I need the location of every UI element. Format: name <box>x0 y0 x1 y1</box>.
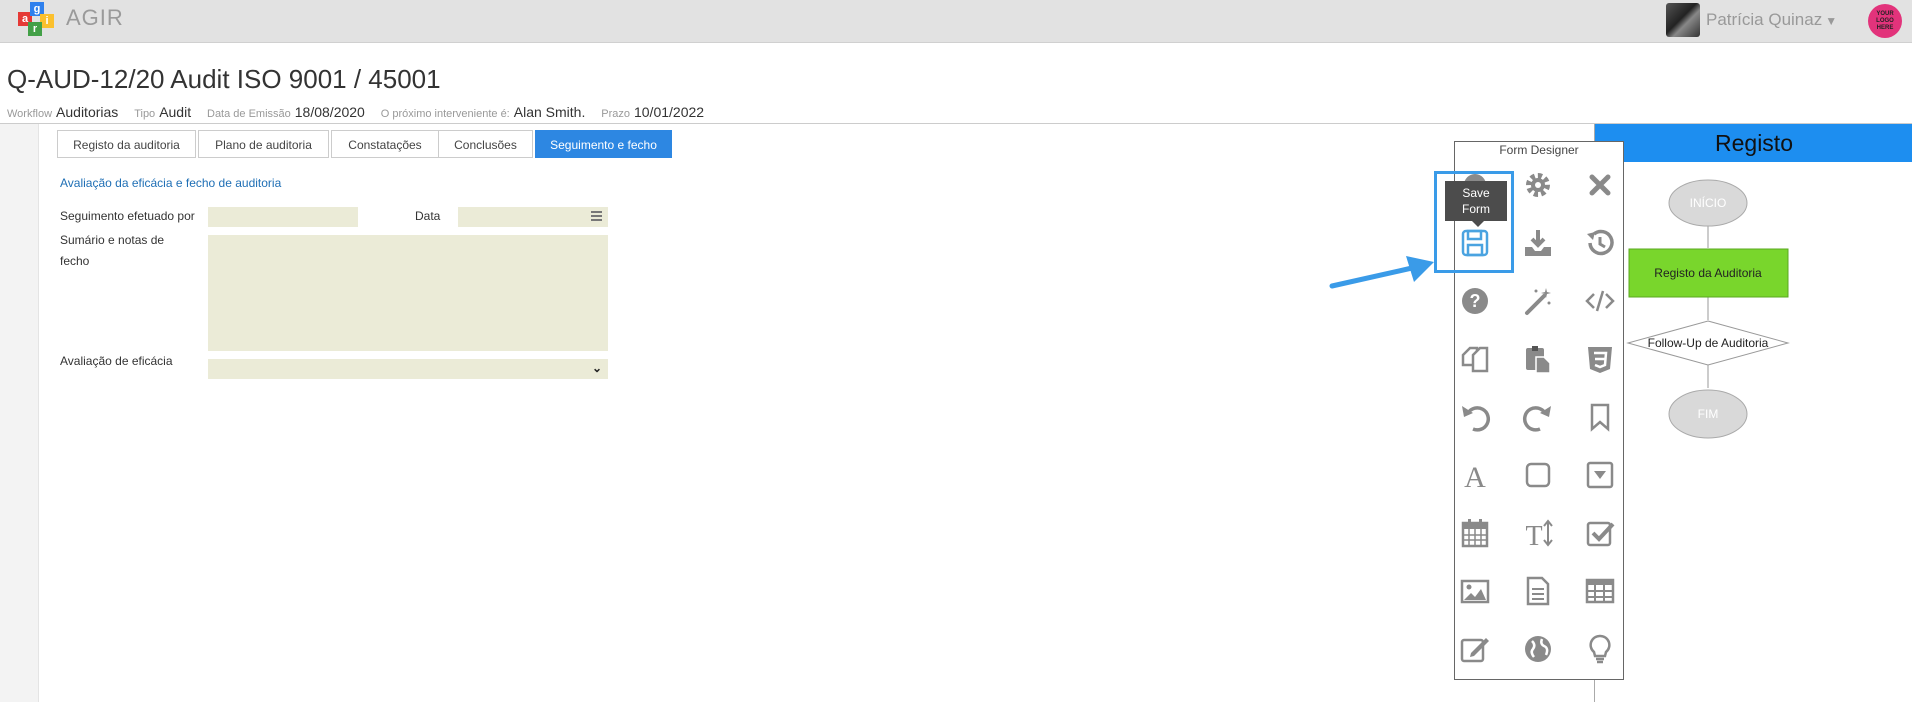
meta-value-proximo: Alan Smith. <box>513 104 586 120</box>
data-date-field[interactable] <box>458 207 608 227</box>
bookmark-icon[interactable] <box>1580 397 1620 437</box>
sumario-label: Sumário e notas de fecho <box>60 230 164 272</box>
redo-icon[interactable] <box>1518 397 1558 437</box>
avatar[interactable] <box>1666 3 1700 37</box>
company-logo: YOUR LOGO HERE <box>1868 4 1902 38</box>
workflow-panel: Registo INÍCIO Registo da Auditoria Foll… <box>1594 124 1912 702</box>
tab-registo-auditoria[interactable]: Registo da auditoria <box>57 130 196 158</box>
user-name-text: Patrícia Quinaz <box>1706 10 1823 29</box>
node-registo-label: Registo da Auditoria <box>1654 266 1762 280</box>
logo-letter: r <box>28 22 42 36</box>
svg-text:A: A <box>1464 461 1486 491</box>
code-icon[interactable] <box>1580 281 1620 321</box>
tab-seguimento-fecho[interactable]: Seguimento e fecho <box>535 130 672 158</box>
close-icon[interactable] <box>1580 165 1620 205</box>
calendar-icon[interactable] <box>1455 513 1495 553</box>
app-logo[interactable]: a g i r <box>18 2 54 36</box>
seguimento-label: Seguimento efetuado por <box>60 209 195 223</box>
sumario-label-line1: Sumário e notas de <box>60 233 165 247</box>
workflow-diagram: INÍCIO Registo da Auditoria Follow-Up de… <box>1626 179 1790 439</box>
tab-constatacoes[interactable]: Constatações <box>331 130 439 158</box>
page-title: Q-AUD-12/20 Audit ISO 9001 / 45001 <box>7 64 441 94</box>
paste-icon[interactable] <box>1518 339 1558 379</box>
chevron-down-icon: ⌄ <box>591 361 602 375</box>
pointer-arrow <box>1329 256 1434 289</box>
app-name: AGIR <box>66 5 124 30</box>
meta-label-data-emissao: Data de Emissão <box>207 108 291 120</box>
lightbulb-icon[interactable] <box>1580 629 1620 669</box>
company-logo-text: YOUR LOGO HERE <box>1876 10 1894 31</box>
download-tray-icon[interactable] <box>1518 223 1558 263</box>
copy-icon[interactable] <box>1455 339 1495 379</box>
settings-gear-icon[interactable] <box>1518 165 1558 205</box>
chevron-down-icon: ▼ <box>1825 14 1838 28</box>
sumario-textarea[interactable] <box>208 235 608 351</box>
avaliacao-label: Avaliação de eficácia <box>60 354 173 368</box>
node-follow-up-label: Follow-Up de Auditoria <box>1648 336 1769 350</box>
meta-label-prazo: Prazo <box>601 108 630 120</box>
data-label: Data <box>415 209 441 223</box>
top-bar: a g i r AGIR Patrícia Quinaz ▼ YOUR LOGO … <box>0 0 1912 43</box>
meta-label-proximo: O próximo interveniente é: <box>380 108 510 120</box>
css3-icon[interactable] <box>1580 339 1620 379</box>
meta-value-tipo: Audit <box>159 104 192 120</box>
tab-conclusoes[interactable]: Conclusões <box>438 130 533 158</box>
user-name[interactable]: Patrícia Quinaz ▼ <box>1706 10 1837 30</box>
globe-icon[interactable] <box>1518 629 1558 669</box>
avaliacao-select[interactable]: ⌄ <box>208 359 608 379</box>
seguimento-field[interactable] <box>208 207 358 227</box>
text-label-icon[interactable]: A <box>1455 455 1495 495</box>
meta-line: Workflow Auditorias Tipo Audit Data de Emi… <box>7 104 716 120</box>
left-sidebar-strip <box>0 124 39 702</box>
sumario-label-line2: fecho <box>60 254 90 268</box>
document-icon[interactable] <box>1518 571 1558 611</box>
undo-icon[interactable] <box>1455 397 1495 437</box>
help-icon[interactable]: ? <box>1455 281 1495 321</box>
magic-wand-icon[interactable] <box>1518 281 1558 321</box>
meta-label-workflow: Workflow <box>7 108 53 120</box>
save-highlight-box <box>1434 171 1514 273</box>
meta-value-data-emissao: 18/08/2020 <box>294 104 365 120</box>
table-icon[interactable] <box>1580 571 1620 611</box>
node-inicio-label: INÍCIO <box>1690 195 1727 210</box>
section-title: Avaliação da eficácia e fecho de auditor… <box>60 176 282 190</box>
image-icon[interactable] <box>1455 571 1495 611</box>
form-designer-title: Form Designer <box>1499 143 1579 157</box>
meta-label-tipo: Tipo <box>134 108 156 120</box>
meta-value-prazo: 10/01/2022 <box>633 104 705 120</box>
edit-icon[interactable] <box>1455 629 1495 669</box>
history-icon[interactable] <box>1580 223 1620 263</box>
svg-text:?: ? <box>1470 291 1481 311</box>
tab-plano-auditoria[interactable]: Plano de auditoria <box>198 130 329 158</box>
dropdown-icon[interactable] <box>1580 455 1620 495</box>
meta-value-workflow: Auditorias <box>56 104 119 120</box>
text-size-icon[interactable]: T <box>1518 513 1558 553</box>
rectangle-icon[interactable] <box>1518 455 1558 495</box>
checkbox-icon[interactable] <box>1580 513 1620 553</box>
node-fim-label: FIM <box>1698 407 1719 421</box>
logo-letter: i <box>40 14 54 28</box>
calendar-icon[interactable] <box>591 211 602 221</box>
svg-text:T: T <box>1525 521 1542 549</box>
